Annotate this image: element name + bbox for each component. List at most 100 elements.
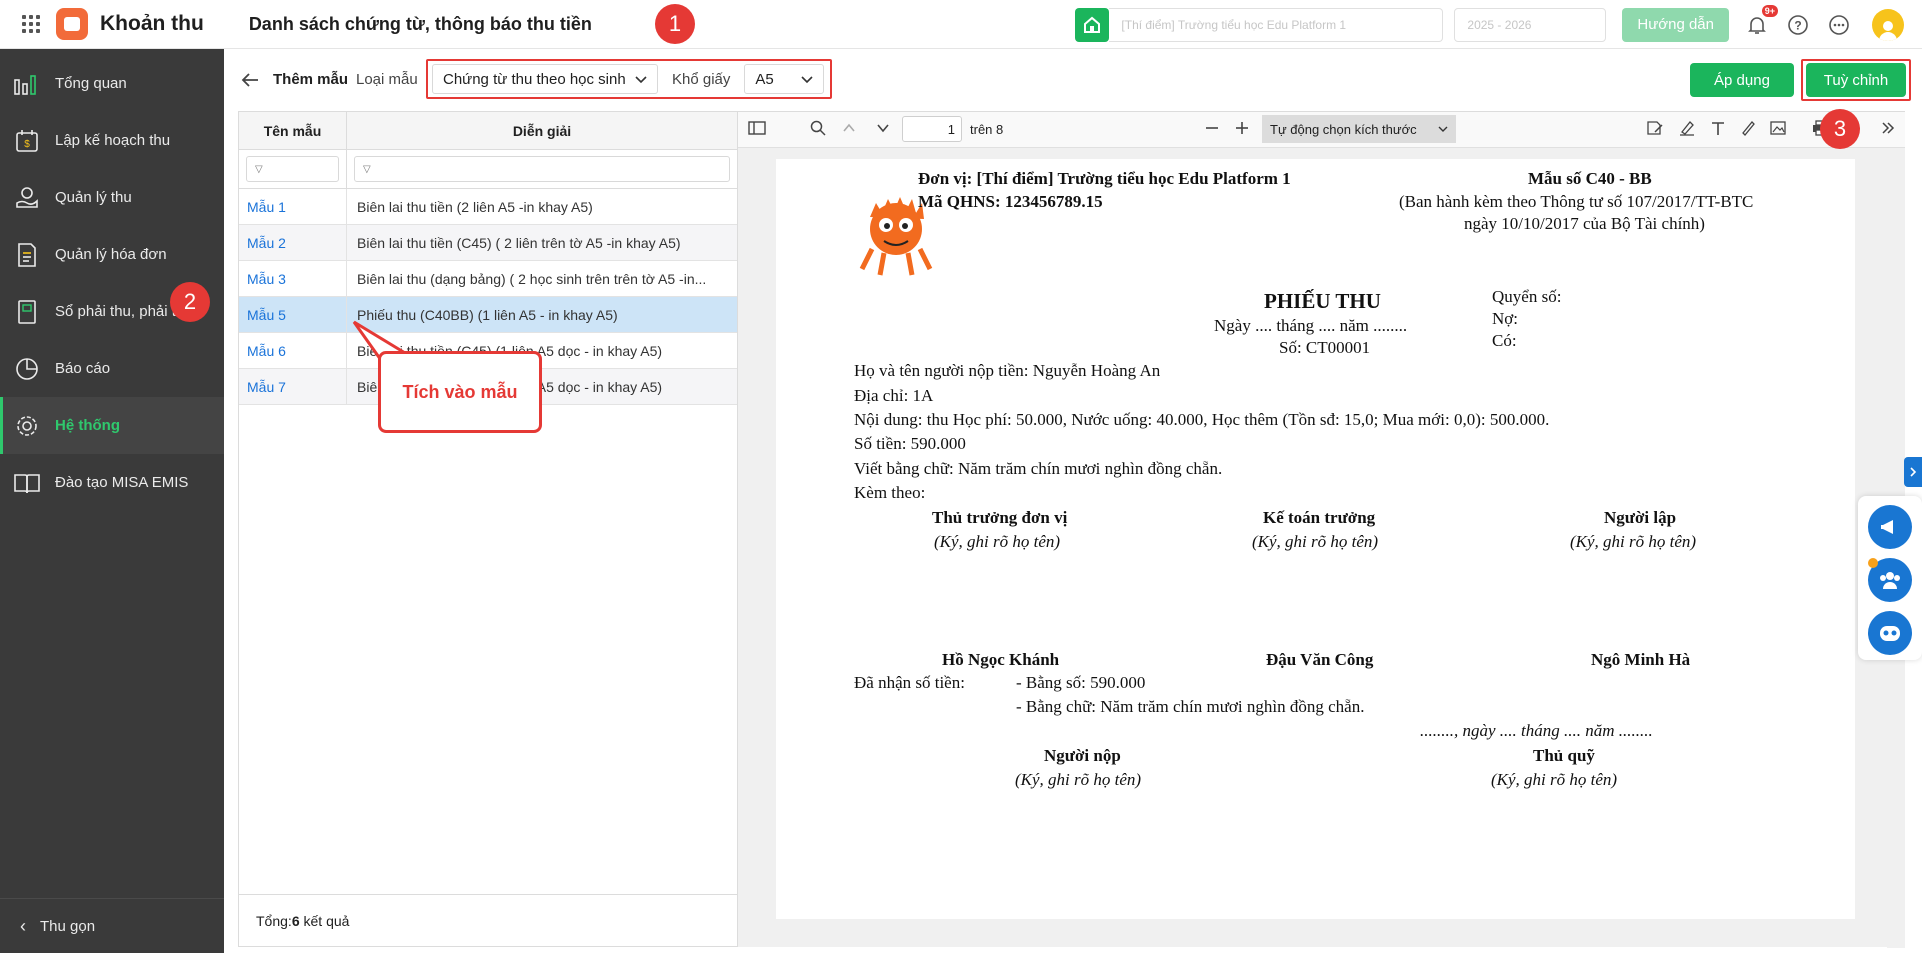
text-icon[interactable]	[1710, 120, 1726, 136]
book-number: Quyển số:	[1492, 287, 1562, 306]
table-row[interactable]: Mẫu 1 Biên lai thu tiền (2 liên A5 -in kh…	[239, 189, 737, 225]
chevron-down-icon[interactable]	[876, 120, 890, 136]
avatar[interactable]	[1872, 8, 1904, 41]
template-name[interactable]: Mẫu 5	[239, 297, 347, 332]
template-name[interactable]: Mẫu 3	[239, 261, 347, 296]
app-logo	[56, 8, 88, 40]
sidebar-toggle-icon[interactable]	[748, 120, 766, 136]
sidebar: Tổng quan $ Lập kế hoạch thu Quản lý thu…	[0, 49, 224, 953]
zoom-in-icon[interactable]	[1234, 120, 1250, 136]
chevron-down-icon	[801, 71, 813, 88]
announcement-icon[interactable]	[1868, 505, 1912, 549]
template-desc: Biên lai thu tiền (C45) ( 2 liên trên tờ…	[357, 234, 681, 251]
more-icon[interactable]	[1826, 12, 1852, 38]
community-icon[interactable]	[1868, 558, 1912, 602]
chart-icon	[12, 69, 42, 99]
sig-note: (Ký, ghi rõ họ tên)	[1491, 770, 1618, 789]
template-type-select[interactable]: Chứng từ thu theo học sinh	[432, 64, 658, 94]
amount-in-words: Viết bằng chữ: Năm trăm chín mươi nghìn …	[854, 459, 1223, 478]
step-badge-1: 1	[655, 4, 695, 44]
help-icon[interactable]: ?	[1785, 12, 1811, 38]
template-list: Tên mẫu Diễn giải ▽ ▽ Mẫu 1 Biên lai thu …	[238, 111, 738, 947]
chevron-up-icon[interactable]	[842, 120, 856, 136]
column-header-name[interactable]: Tên mẫu	[239, 112, 347, 149]
more-tools-icon[interactable]	[1880, 120, 1896, 136]
received-words: - Bằng chữ: Năm trăm chín mươi nghìn đồn…	[1016, 697, 1365, 716]
sidebar-item-label: Quản lý hóa đơn	[55, 246, 167, 263]
template-name[interactable]: Mẫu 6	[239, 333, 347, 368]
payer-signature: Người nộp	[1044, 746, 1121, 765]
search-icon[interactable]	[810, 120, 826, 136]
received-label: Đã nhận số tiền:	[854, 673, 965, 692]
zoom-out-icon[interactable]	[1204, 120, 1220, 136]
apps-grid-icon[interactable]	[22, 15, 40, 33]
list-footer: Tổng: 6 kết quả	[239, 894, 737, 946]
signature-icon[interactable]	[1646, 120, 1664, 136]
customize-button[interactable]: Tuỳ chỉnh	[1806, 63, 1906, 97]
school-select[interactable]: [Thí điểm] Trường tiểu học Edu Platform …	[1109, 7, 1444, 42]
filter-icon: ▽	[255, 163, 263, 175]
sidebar-item-invoice[interactable]: Quản lý hóa đơn	[0, 226, 224, 283]
template-desc: Biên lai thu tiền (2 liên A5 -in khay A5…	[357, 198, 593, 215]
sidebar-item-training[interactable]: Đào tạo MISA EMIS	[0, 454, 224, 511]
back-arrow-icon[interactable]	[240, 71, 260, 92]
table-row-selected[interactable]: Mẫu 5 Phiếu thu (C40BB) (1 liên A5 - in k…	[239, 297, 737, 333]
home-icon[interactable]	[1075, 7, 1110, 42]
filter-icon: ▽	[363, 163, 371, 175]
footer-prefix: Tổng:	[256, 912, 292, 929]
zoom-select[interactable]: Tự động chọn kích thước	[1262, 115, 1456, 143]
draw-icon[interactable]	[1740, 120, 1756, 136]
sig-title-accountant: Kế toán trưởng	[1263, 508, 1376, 527]
receipt-number: Số: CT00001	[1279, 338, 1371, 357]
collapse-button[interactable]: ‹ Thu gọn	[0, 898, 224, 953]
address: Địa chỉ: 1A	[854, 386, 934, 405]
highlight-icon[interactable]	[1678, 120, 1696, 136]
amount: Số tiền: 590.000	[854, 434, 966, 453]
template-name[interactable]: Mẫu 7	[239, 369, 347, 404]
receipt-title: PHIẾU THU	[1264, 289, 1381, 313]
date-line: Ngày .... tháng .... năm ........	[1214, 316, 1408, 335]
filter-name-input[interactable]: ▽	[246, 156, 339, 182]
list-header: Tên mẫu Diễn giải	[239, 112, 737, 150]
calendar-money-icon: $	[12, 126, 42, 156]
apply-button[interactable]: Áp dụng	[1690, 63, 1794, 97]
floating-toolbar	[1858, 496, 1922, 660]
table-row[interactable]: Mẫu 2 Biên lai thu tiền (C45) ( 2 liên tr…	[239, 225, 737, 261]
expand-tab[interactable]	[1904, 457, 1922, 487]
gear-icon	[12, 411, 42, 441]
sidebar-item-plan[interactable]: $ Lập kế hoạch thu	[0, 112, 224, 169]
open-book-icon	[12, 468, 42, 498]
sidebar-item-report[interactable]: Báo cáo	[0, 340, 224, 397]
template-toolbar: Thêm mẫu Loại mẫu Chứng từ thu theo học …	[224, 49, 1922, 111]
year-select[interactable]: 2025 - 2026	[1454, 7, 1607, 42]
issued-line-2: ngày 10/10/2017 của Bộ Tài chính)	[1464, 214, 1705, 233]
sidebar-item-label: Tổng quan	[55, 75, 127, 92]
template-name[interactable]: Mẫu 1	[239, 189, 347, 224]
issued-line-1: (Ban hành kèm theo Thông tư số 107/2017/…	[1399, 192, 1754, 211]
sidebar-item-manage[interactable]: Quản lý thu	[0, 169, 224, 226]
svg-text:$: $	[24, 139, 30, 150]
footer-suffix: kết quả	[299, 912, 350, 929]
add-template-button[interactable]: Thêm mẫu	[273, 71, 348, 88]
column-header-desc[interactable]: Diễn giải	[347, 112, 737, 149]
template-name[interactable]: Mẫu 2	[239, 225, 347, 260]
image-icon[interactable]	[1770, 120, 1786, 136]
filter-highlight: Chứng từ thu theo học sinh Khổ giấy A5	[426, 59, 832, 99]
paper-size-select[interactable]: A5	[744, 64, 825, 94]
svg-text:?: ?	[1794, 18, 1801, 32]
table-row[interactable]: Mẫu 3 Biên lai thu (dạng bảng) ( 2 học si…	[239, 261, 737, 297]
attached-label: Kèm theo:	[854, 483, 926, 502]
page-number-input[interactable]: 1	[902, 116, 962, 142]
sidebar-item-system[interactable]: Hệ thống	[0, 397, 224, 454]
sig-name-head: Hồ Ngọc Khánh	[942, 650, 1060, 669]
content: Nội dung: thu Học phí: 50.000, Nước uống…	[854, 410, 1550, 429]
sig-title-creator: Người lập	[1604, 508, 1677, 527]
sidebar-item-overview[interactable]: Tổng quan	[0, 55, 224, 112]
bell-icon[interactable]: 9+	[1744, 4, 1778, 38]
pdf-viewer: 1 trên 8 Tự động chọn kích thước Đơn vị:…	[738, 111, 1905, 948]
sig-note: (Ký, ghi rõ họ tên)	[1570, 532, 1697, 551]
callout-select-template: Tích vào mẫu	[378, 351, 542, 433]
filter-desc-input[interactable]: ▽	[354, 156, 730, 182]
guide-button[interactable]: Hướng dẫn	[1622, 7, 1729, 42]
chatbot-icon[interactable]	[1868, 611, 1912, 655]
